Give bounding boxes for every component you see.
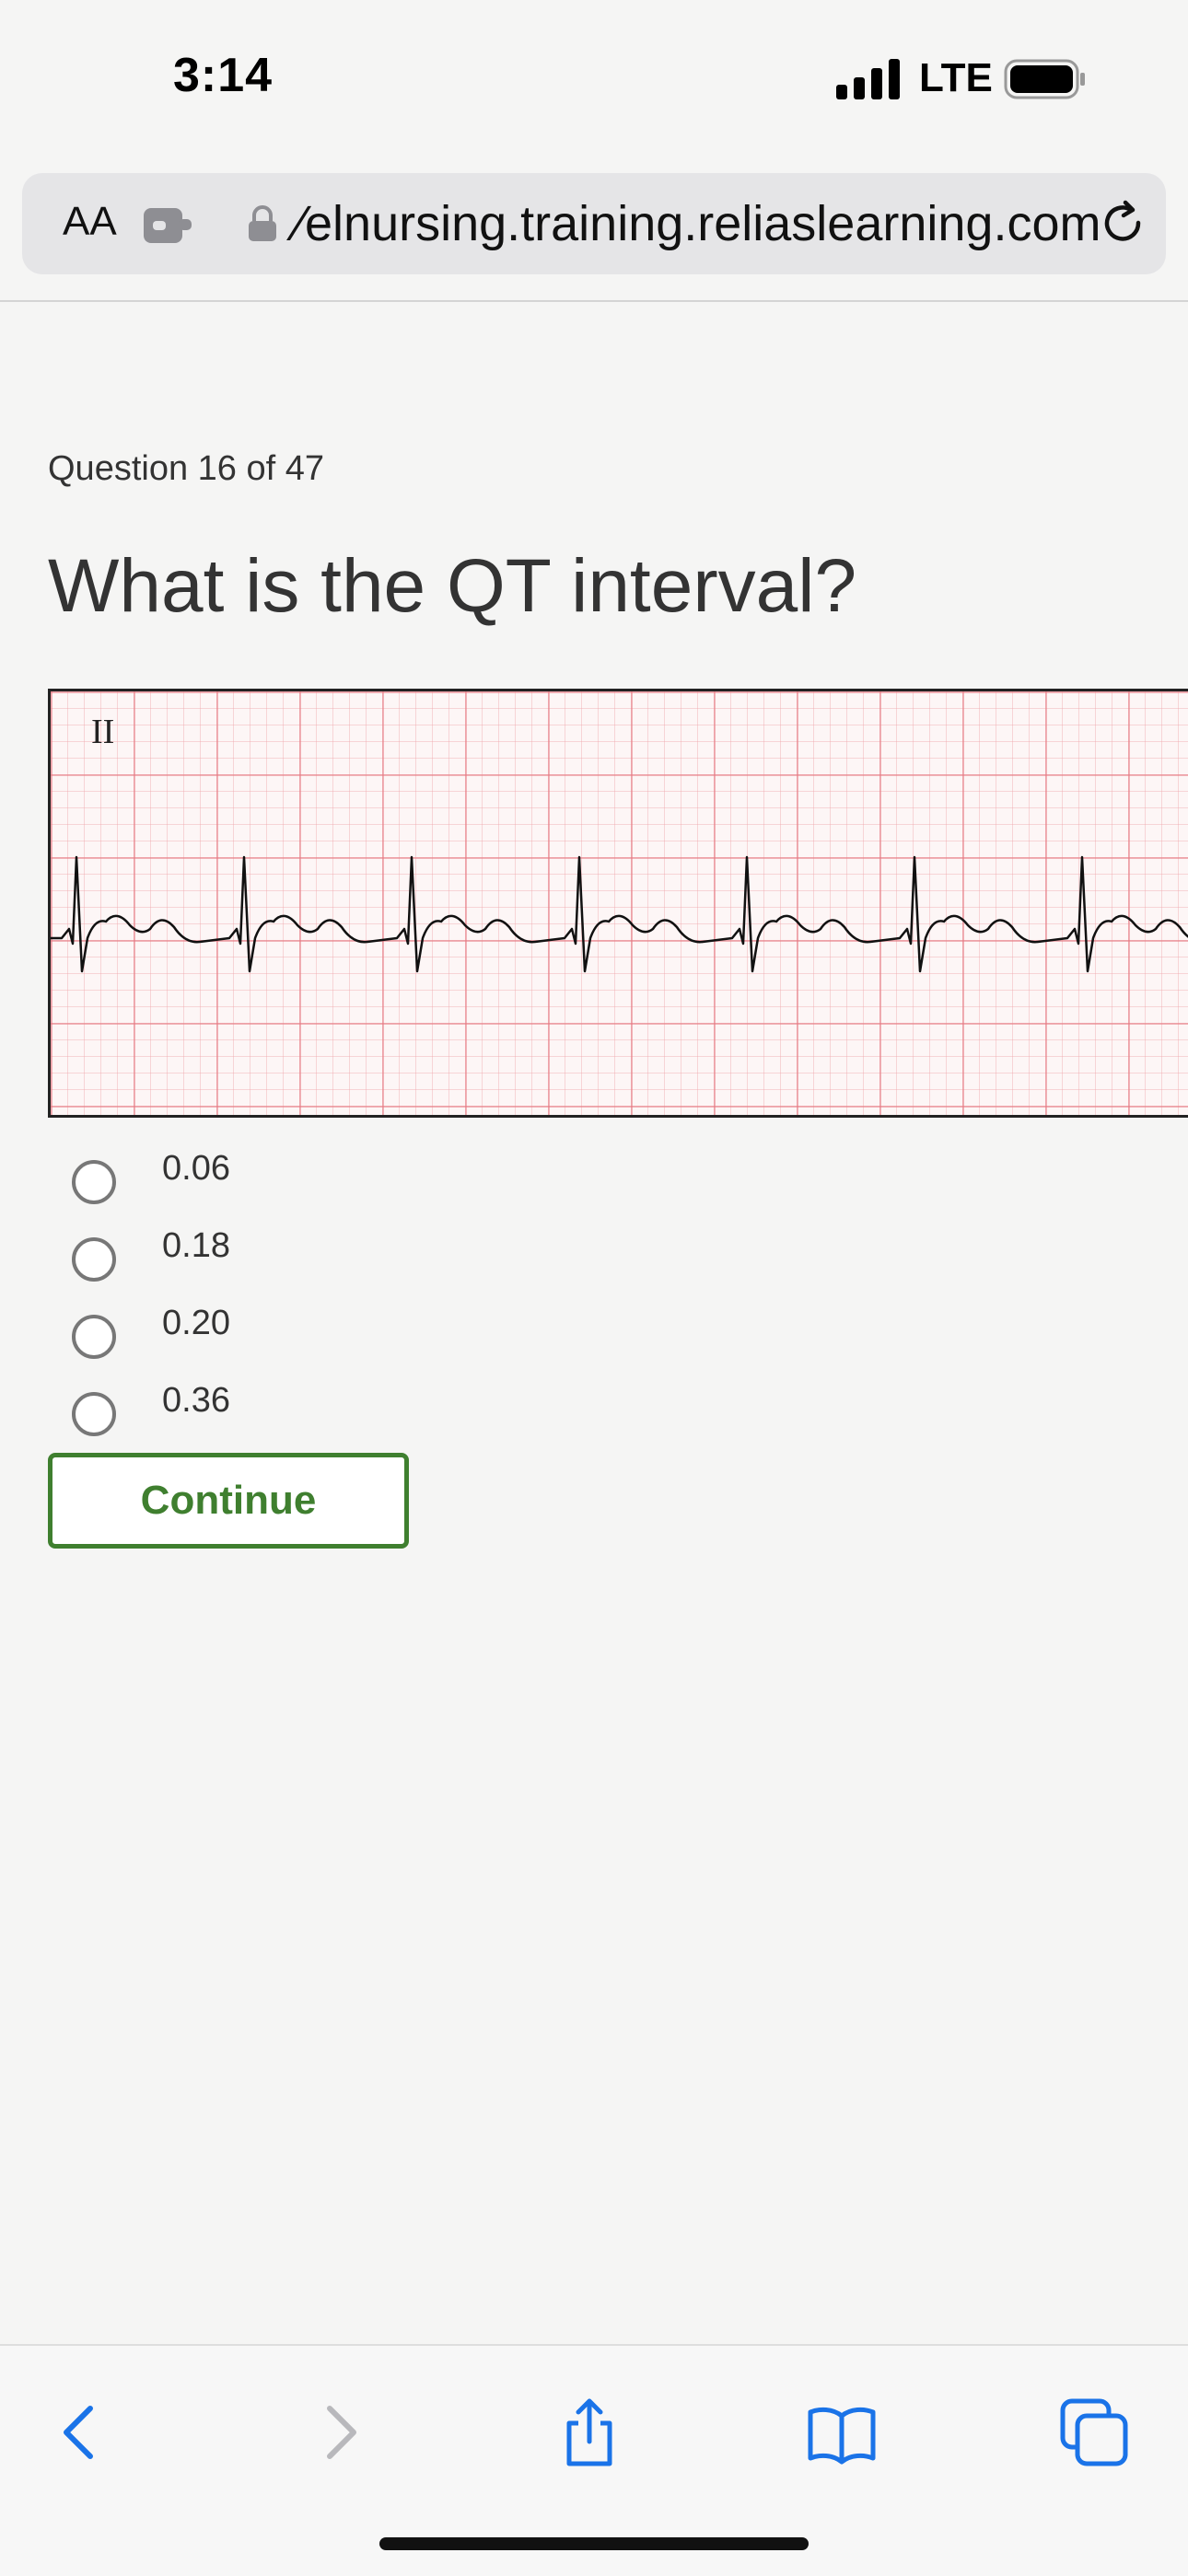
book-icon[interactable]: [805, 2396, 879, 2469]
status-time: 3:14: [173, 49, 274, 102]
answer-option-1[interactable]: 0.06: [72, 1138, 624, 1204]
option-label: 0.18: [162, 1226, 230, 1265]
network-type: LTE: [919, 55, 993, 100]
ecg-trace: [51, 855, 1188, 973]
radio-button[interactable]: [72, 1392, 116, 1436]
tabs-icon[interactable]: [1057, 2396, 1131, 2469]
battery-icon: [1004, 59, 1085, 99]
lock-icon: [249, 205, 276, 241]
signal-icon: [836, 59, 900, 99]
status-bar: 3:14 LTE: [0, 0, 1188, 166]
reload-icon[interactable]: [1098, 199, 1149, 250]
address-bar[interactable]: AA ∕elnursing.training.reliaslearning.co…: [22, 173, 1166, 274]
option-label: 0.20: [162, 1304, 230, 1342]
ecg-strip-image: II: [48, 689, 1188, 1118]
option-label: 0.06: [162, 1149, 230, 1188]
answer-option-3[interactable]: 0.20: [72, 1293, 624, 1359]
text-size-button[interactable]: AA: [63, 199, 117, 245]
text-size-label: AA: [63, 199, 117, 244]
option-label: 0.36: [162, 1381, 230, 1420]
chevron-right-icon[interactable]: [302, 2396, 376, 2469]
toolbar-divider: [0, 300, 1188, 302]
radio-button[interactable]: [72, 1237, 116, 1282]
home-indicator: [379, 2537, 809, 2550]
answer-option-2[interactable]: 0.18: [72, 1215, 624, 1282]
question-counter: Question 16 of 47: [48, 449, 324, 488]
url-text[interactable]: ∕elnursing.training.reliaslearning.com: [297, 195, 1101, 252]
share-icon[interactable]: [553, 2396, 626, 2469]
answer-option-4[interactable]: 0.36: [72, 1370, 624, 1436]
radio-button[interactable]: [72, 1315, 116, 1359]
continue-button[interactable]: Continue: [48, 1453, 409, 1549]
extension-icon[interactable]: [142, 203, 193, 247]
chevron-left-icon[interactable]: [44, 2396, 118, 2469]
ecg-waveform: [51, 855, 1188, 973]
radio-button[interactable]: [72, 1160, 116, 1204]
question-title: What is the QT interval?: [48, 544, 857, 628]
